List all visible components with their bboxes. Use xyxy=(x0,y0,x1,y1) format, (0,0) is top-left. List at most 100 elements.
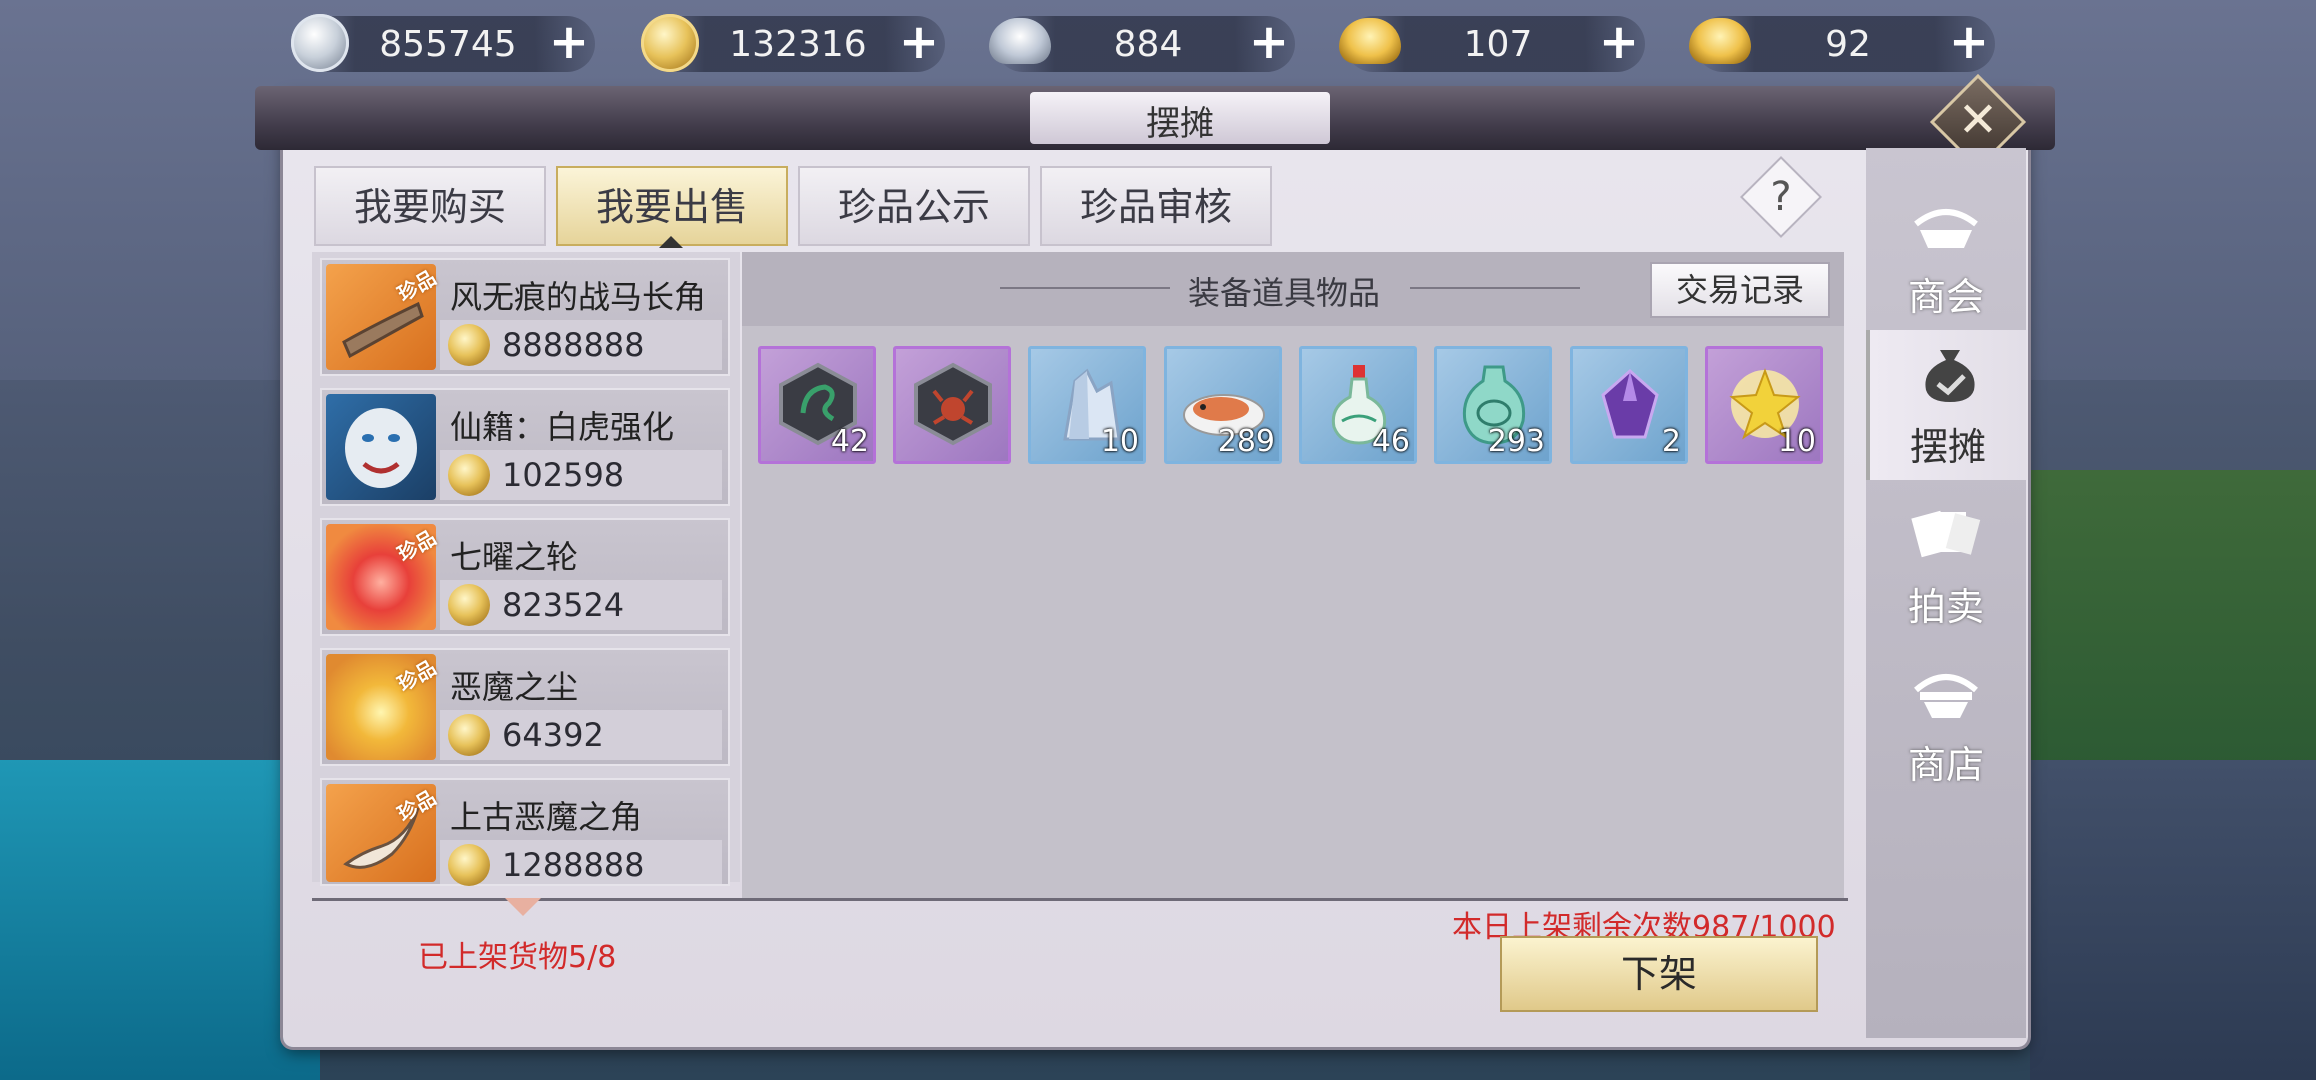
item-count: 293 xyxy=(1487,424,1545,459)
question-icon: ? xyxy=(1770,174,1792,220)
nav-shop[interactable]: 商店 xyxy=(1866,648,2026,798)
listing-item[interactable]: 仙籍：白虎强化 102598 xyxy=(320,388,730,506)
nav-stall[interactable]: 摆摊 xyxy=(1866,330,2026,480)
rare-tag: 珍品 xyxy=(393,525,441,567)
background-water xyxy=(0,760,320,1080)
trade-record-button[interactable]: 交易记录 xyxy=(1650,262,1830,318)
item-count: 2 xyxy=(1661,424,1681,459)
add-gold-coin-button[interactable]: + xyxy=(895,18,943,68)
window-title: 摆摊 xyxy=(1146,104,1214,144)
inventory-slot[interactable]: 10 xyxy=(1705,346,1823,464)
item-count: 46 xyxy=(1371,424,1410,459)
add-locked-gold-ingot-button[interactable]: + xyxy=(1595,18,1643,68)
inventory-title: 装备道具物品 xyxy=(1188,274,1381,312)
listing-name: 上古恶魔之角 xyxy=(450,798,643,836)
item-count: 42 xyxy=(830,424,869,459)
gold-ingot-amount: 92 xyxy=(1825,24,1871,65)
item-count: 289 xyxy=(1217,424,1275,459)
listed-goods-count: 已上架货物5/8 xyxy=(418,940,617,975)
price-value: 64392 xyxy=(502,716,604,754)
active-tab-indicator xyxy=(659,236,683,248)
gold-coin-icon xyxy=(448,714,490,756)
price-value: 8888888 xyxy=(502,326,645,364)
item-count: 10 xyxy=(1100,424,1139,459)
add-silver-ingot-button[interactable]: + xyxy=(1245,18,1293,68)
gold-coin-icon xyxy=(448,584,490,626)
inventory-slot[interactable] xyxy=(893,346,1011,464)
inventory-slot[interactable]: 2 xyxy=(1570,346,1688,464)
nav-label: 拍卖 xyxy=(1907,585,1984,629)
inventory-slot[interactable]: 46 xyxy=(1299,346,1417,464)
scroll-down-icon[interactable] xyxy=(505,898,541,916)
unlist-button[interactable]: 下架 xyxy=(1500,936,1818,1012)
price-value: 823524 xyxy=(502,586,625,624)
inventory-slot[interactable]: 10 xyxy=(1028,346,1146,464)
nav-label: 摆摊 xyxy=(1909,425,1986,469)
nav-chamber-of-commerce[interactable]: 商会 xyxy=(1866,180,2026,330)
listing-price: 1288888 xyxy=(440,840,722,886)
header-divider xyxy=(1000,287,1170,289)
purple-gem-icon xyxy=(1601,368,1659,439)
gold-coin-icon xyxy=(448,844,490,886)
currency-gold-coin: 132316 + xyxy=(641,14,945,72)
listing-name: 风无痕的战马长角 xyxy=(450,278,707,316)
nav-label: 商会 xyxy=(1907,275,1984,319)
silver-coin-icon xyxy=(291,14,349,72)
gold-coin-icon xyxy=(448,324,490,366)
white-tiger-icon xyxy=(326,394,436,500)
gold-coin-icon xyxy=(448,454,490,496)
inventory-slot[interactable]: 42 xyxy=(758,346,876,464)
listing-price: 102598 xyxy=(440,450,722,500)
background-grass xyxy=(2030,470,2316,770)
tab-treasure-notice[interactable]: 珍品公示 xyxy=(798,166,1030,246)
tab-buy[interactable]: 我要购买 xyxy=(314,166,546,246)
rare-tag: 珍品 xyxy=(393,655,441,697)
demon-dust-icon: 珍品 xyxy=(326,654,440,760)
chamber-icon xyxy=(1914,209,1978,248)
listing-price: 64392 xyxy=(440,710,722,760)
add-gold-ingot-button[interactable]: + xyxy=(1945,18,1993,68)
inventory-slot[interactable]: 289 xyxy=(1164,346,1282,464)
inventory-slot[interactable]: 293 xyxy=(1434,346,1552,464)
listing-item[interactable]: 珍品 风无痕的战马长角 8888888 xyxy=(320,258,730,376)
locked-gold-ingot-amount: 107 xyxy=(1463,24,1533,65)
background-floor xyxy=(2030,760,2316,1080)
nav-auction[interactable]: 拍卖 xyxy=(1866,490,2026,640)
currency-silver-ingot: 884 + xyxy=(989,16,1295,72)
currency-gold-ingot: 92 + xyxy=(1689,16,1995,72)
crab-badge-icon xyxy=(914,362,992,446)
close-icon: ✕ xyxy=(1957,92,1999,148)
header-divider xyxy=(1410,287,1580,289)
ancient-demon-horn-icon: 珍品 xyxy=(326,784,440,882)
price-value: 102598 xyxy=(502,456,625,494)
gold-coin-icon xyxy=(641,14,699,72)
locked-gold-ingot-icon xyxy=(1339,18,1401,64)
currency-silver-coin: 855745 + xyxy=(291,14,595,72)
listing-item[interactable]: 珍品 上古恶魔之角 1288888 xyxy=(320,778,730,886)
listing-item[interactable]: 珍品 恶魔之尘 64392 xyxy=(320,648,730,766)
listing-name: 仙籍：白虎强化 xyxy=(450,408,675,446)
tab-sell[interactable]: 我要出售 xyxy=(556,166,788,246)
money-bag-icon xyxy=(1925,350,1975,402)
silver-ingot-amount: 884 xyxy=(1113,24,1183,65)
listing-name: 七曜之轮 xyxy=(450,538,579,576)
war-horse-horn-icon: 珍品 xyxy=(326,264,440,370)
gold-coin-amount: 132316 xyxy=(729,24,867,65)
silver-ingot-icon xyxy=(989,18,1051,64)
shop-icon xyxy=(1914,674,1978,718)
add-silver-coin-button[interactable]: + xyxy=(545,18,593,68)
currency-gold-ingot-locked: 107 + xyxy=(1339,16,1645,72)
listing-price: 8888888 xyxy=(440,320,722,370)
tab-treasure-review[interactable]: 珍品审核 xyxy=(1040,166,1272,246)
listing-price: 823524 xyxy=(440,580,722,630)
seven-star-wheel-icon: 珍品 xyxy=(326,524,440,630)
silver-coin-amount: 855745 xyxy=(379,24,517,65)
gold-ingot-icon xyxy=(1689,18,1751,64)
item-count: 10 xyxy=(1777,424,1816,459)
listing-item[interactable]: 珍品 七曜之轮 823524 xyxy=(320,518,730,636)
bottom-divider xyxy=(312,898,1848,901)
listing-name: 恶魔之尘 xyxy=(450,668,579,706)
price-value: 1288888 xyxy=(502,846,645,884)
nav-label: 商店 xyxy=(1907,743,1984,787)
auction-cards-icon xyxy=(1911,510,1981,558)
